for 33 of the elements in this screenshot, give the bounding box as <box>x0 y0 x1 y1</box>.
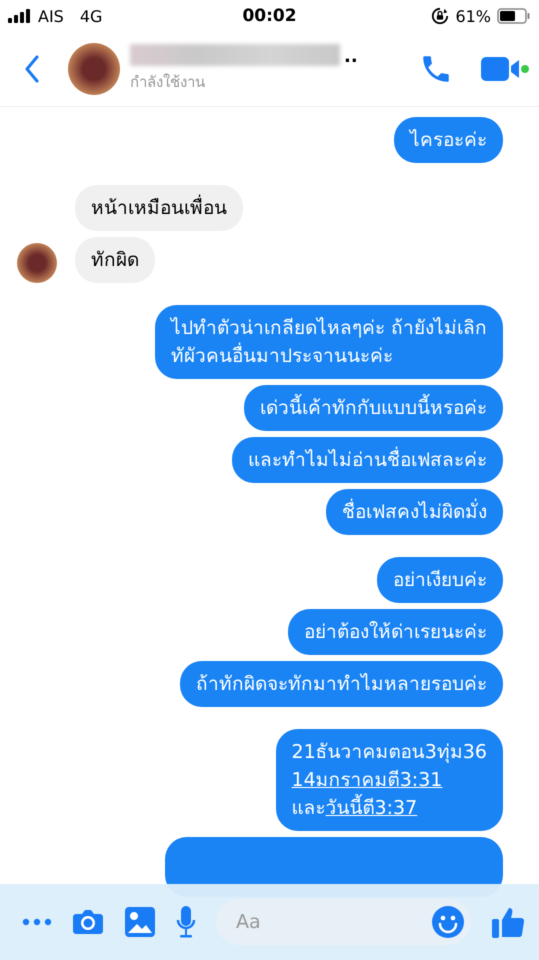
image-icon[interactable] <box>124 906 156 938</box>
avatar[interactable] <box>17 243 57 283</box>
more-icon[interactable] <box>22 918 52 926</box>
message-text: ทักผิด <box>91 249 139 271</box>
message-text: ทัผัวคนอื่นมาประจานนะค่ะ <box>170 345 393 367</box>
active-status: กำลังใช้งาน <box>130 72 206 93</box>
message-text: 21ธันวาคมตอน3ทุ่ม36 <box>292 741 487 763</box>
battery-icon <box>497 8 531 24</box>
carrier-name: AIS <box>38 6 64 26</box>
message-text: อย่าต้องให้ด่าเรยนะค่ะ <box>304 621 487 643</box>
rotation-lock-icon <box>431 7 450 25</box>
date-link[interactable]: 14มกราคมตี3:31 <box>292 769 442 791</box>
camera-icon[interactable] <box>72 908 104 936</box>
emoji-icon[interactable] <box>431 905 465 939</box>
avatar[interactable] <box>68 43 120 95</box>
microphone-icon[interactable] <box>176 905 196 939</box>
back-icon[interactable] <box>24 55 40 83</box>
message-text: หน้าเหมือนเพื่อน <box>91 197 227 219</box>
message-text: ชื่อเฟสคงไม่ผิดมั่ง <box>342 501 487 523</box>
thumbs-up-icon[interactable] <box>491 905 525 939</box>
message-text: ไครอะค่ะ <box>410 129 487 151</box>
message-field[interactable]: Aa <box>216 899 471 945</box>
signal-icon <box>8 9 32 23</box>
clock-time: 00:02 <box>242 6 297 26</box>
battery-percent: 61% <box>455 6 491 26</box>
contact-name: .. <box>344 48 358 66</box>
network-type: 4G <box>80 6 102 26</box>
video-camera-icon[interactable] <box>481 55 529 83</box>
message-text: ถ้าทักผิดจะทักมาทำไมหลายรอบค่ะ <box>196 673 487 695</box>
message-text: อย่าเงียบค่ะ <box>393 569 487 591</box>
message-text: และ <box>292 797 326 819</box>
message-text: ไปทำตัวน่าเกลียดไหลๆค่ะ ถ้ายังไม่เลิก <box>170 317 487 339</box>
message-text: และทำไมไม่อ่านชื่อเฟสละค่ะ <box>248 449 487 471</box>
